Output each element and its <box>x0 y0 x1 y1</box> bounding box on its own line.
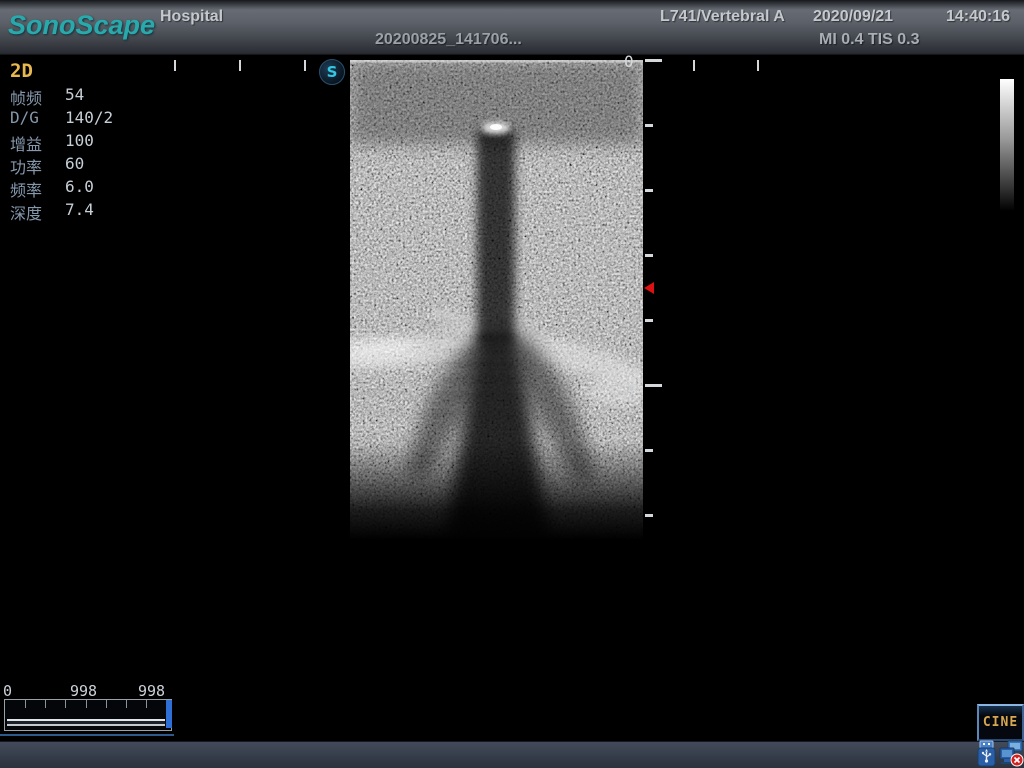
depth-ruler-tick-major <box>645 59 662 62</box>
orientation-letter: S <box>327 63 338 81</box>
cine-mid-count: 998 <box>70 682 97 700</box>
header-bar: SonoScape Hospital L741/Vertebral A 2020… <box>0 0 1024 55</box>
param-label: 深度 <box>10 200 42 224</box>
hospital-name: Hospital <box>160 8 223 26</box>
param-value: 140/2 <box>65 108 113 127</box>
cine-tick <box>25 700 26 708</box>
width-ruler-tick <box>693 60 695 71</box>
param-label: 帧频 <box>10 85 42 109</box>
param-row-frequency: 频率 6.0 <box>10 177 160 200</box>
param-value: 7.4 <box>65 200 94 219</box>
cine-scrollbar[interactable] <box>4 699 172 731</box>
param-value: 60 <box>65 154 84 173</box>
param-row-power: 功率 60 <box>10 154 160 177</box>
depth-ruler-tick <box>645 514 653 517</box>
cine-status-window[interactable]: CINE <box>977 704 1024 741</box>
network-status-icon[interactable] <box>999 740 1024 767</box>
cine-tick <box>65 700 66 708</box>
param-label: 功率 <box>10 154 42 178</box>
study-id: 20200825_141706... <box>375 31 522 49</box>
mode-label: 2D <box>10 60 33 82</box>
param-label: D/G <box>10 108 39 127</box>
depth-ruler-zero: 0 <box>624 52 634 71</box>
clock: 14:40:16 <box>946 8 1010 26</box>
depth-ruler-tick <box>645 319 653 322</box>
cine-tick <box>45 700 46 708</box>
depth-ruler-tick <box>645 189 653 192</box>
grayscale-map-bar <box>1000 79 1014 211</box>
param-value: 54 <box>65 85 84 104</box>
cine-tick <box>146 700 147 708</box>
width-ruler-tick <box>304 60 306 71</box>
exam-date: 2020/09/21 <box>813 8 893 26</box>
cine-tick <box>126 700 127 708</box>
width-ruler-tick <box>239 60 241 71</box>
cine-status-label: CINE <box>983 715 1018 730</box>
usb-device-icon[interactable] <box>975 740 998 767</box>
param-row-framerate: 帧频 54 <box>10 85 160 108</box>
probe-preset: L741/Vertebral A <box>660 8 785 26</box>
param-label: 频率 <box>10 177 42 201</box>
depth-ruler-tick <box>645 124 653 127</box>
cine-thumb[interactable] <box>166 700 172 728</box>
depth-ruler-five: 5 <box>627 377 637 396</box>
cine-track[interactable] <box>7 719 165 726</box>
ultrasound-image[interactable] <box>350 60 643 540</box>
param-label: 增益 <box>10 131 42 155</box>
cine-bar-underline <box>0 734 174 736</box>
ultrasound-screen: SonoScape Hospital L741/Vertebral A 2020… <box>0 0 1024 768</box>
cine-tick <box>106 700 107 708</box>
width-ruler-tick <box>174 60 176 71</box>
cine-start-count: 0 <box>3 682 12 700</box>
depth-ruler-tick <box>645 449 653 452</box>
param-value: 100 <box>65 131 94 150</box>
depth-ruler-tick-major <box>645 384 662 387</box>
width-ruler-tick <box>757 60 759 71</box>
param-value: 6.0 <box>65 177 94 196</box>
param-row-gain: 增益 100 <box>10 131 160 154</box>
acoustic-indices: MI 0.4 TIS 0.3 <box>819 31 919 49</box>
param-row-dg: D/G 140/2 <box>10 108 160 131</box>
cine-tick <box>86 700 87 708</box>
sonoscape-logo: SonoScape <box>8 10 155 41</box>
depth-ruler-tick <box>645 254 653 257</box>
probe-orientation-marker: S <box>319 59 345 85</box>
taskbar <box>0 741 1024 768</box>
cine-end-count: 998 <box>138 682 165 700</box>
param-row-depth: 深度 7.4 <box>10 200 160 223</box>
focus-position-marker[interactable] <box>644 282 654 294</box>
